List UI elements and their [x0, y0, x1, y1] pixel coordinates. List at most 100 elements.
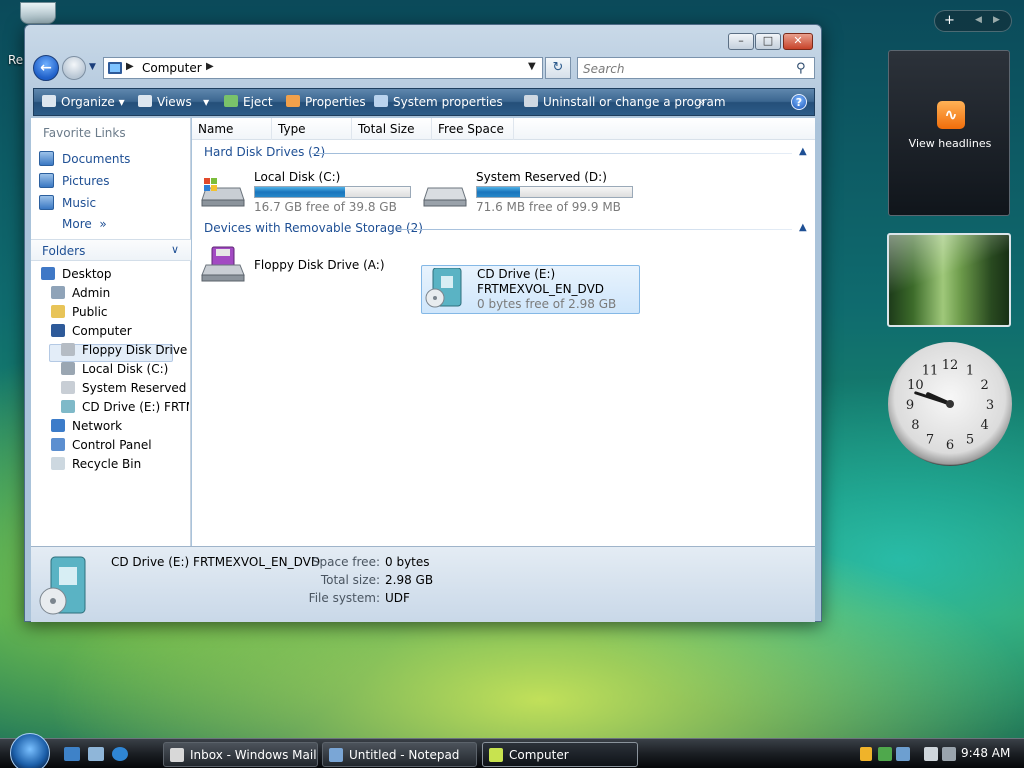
tree-item-floppy[interactable]: Floppy Disk Drive (A:)	[61, 343, 189, 357]
column-free-space[interactable]: Free Space	[432, 118, 514, 140]
properties-button[interactable]: Properties	[286, 95, 366, 109]
task-label: Computer	[509, 748, 569, 762]
search-placeholder: Search	[583, 62, 625, 76]
search-input[interactable]: Search ⚲	[577, 57, 815, 79]
refresh-button[interactable]: ↻	[545, 57, 571, 79]
start-button[interactable]	[10, 733, 50, 768]
slideshow-gadget[interactable]	[887, 233, 1011, 327]
collapse-group-icon[interactable]: ▲	[799, 222, 807, 233]
drive-e-free-space: 0 bytes free of 2.98 GB	[477, 297, 617, 311]
drive-c-usage-fill	[255, 187, 345, 197]
favorite-documents[interactable]: Documents	[39, 151, 130, 166]
column-type[interactable]: Type	[272, 118, 352, 140]
hard-drive-icon[interactable]	[200, 170, 246, 210]
tree-label: System Reserved (D:)	[82, 381, 189, 395]
clock-face: 12 12 3 45678 9 1011	[906, 358, 994, 453]
system-properties-button[interactable]: System properties	[374, 95, 503, 109]
forward-button[interactable]	[62, 56, 86, 80]
network-status-icon[interactable]	[924, 747, 938, 761]
system-tray-icon[interactable]	[896, 747, 910, 761]
clock-gadget[interactable]: 12 1 2 3 4 5 6 7 8 9 10 11	[888, 342, 1012, 466]
maximize-button[interactable]: □	[755, 33, 781, 50]
clock-number: 1	[966, 363, 974, 378]
breadcrumb-arrow-icon[interactable]: ▶	[206, 61, 214, 72]
taskbar-button-notepad[interactable]: Untitled - Notepad	[322, 742, 477, 767]
minimize-button[interactable]: –	[728, 33, 754, 50]
tree-item-computer[interactable]: Computer	[51, 324, 189, 338]
drive-e-volume-label: FRTMEXVOL_EN_DVD	[477, 282, 605, 296]
close-button[interactable]: ✕	[783, 33, 813, 50]
eject-button[interactable]: Eject	[224, 95, 273, 109]
volume-muted-icon[interactable]	[942, 747, 956, 761]
hard-drive-icon[interactable]	[422, 170, 468, 210]
breadcrumb-computer[interactable]: Computer	[142, 61, 202, 75]
tree-item-system-reserved-d[interactable]: System Reserved (D:)	[61, 381, 189, 395]
tree-item-recycle-bin[interactable]: Recycle Bin	[51, 457, 189, 471]
tree-item-network[interactable]: Network	[51, 419, 189, 433]
windows-mail-icon	[170, 748, 184, 762]
uninstall-program-button[interactable]: Uninstall or change a program	[524, 95, 726, 109]
file-system-label: File system:	[308, 591, 380, 605]
column-total-size[interactable]: Total Size	[352, 118, 432, 140]
tree-item-control-panel[interactable]: Control Panel	[51, 438, 189, 452]
favorite-music[interactable]: Music	[39, 195, 96, 210]
tree-item-public[interactable]: Public	[51, 305, 189, 319]
system-properties-label: System properties	[393, 95, 503, 109]
view-headlines-label[interactable]: View headlines	[889, 137, 1011, 150]
views-button[interactable]: Views ▾	[138, 95, 209, 109]
tree-item-cd-drive-e[interactable]: CD Drive (E:) FRTMEXVOL_EN_DVD	[61, 400, 189, 414]
folders-header[interactable]: Folders ∨	[31, 239, 191, 261]
drive-a-name[interactable]: Floppy Disk Drive (A:)	[254, 258, 385, 272]
address-dropdown-icon[interactable]: ▼	[528, 61, 536, 72]
cd-drive-large-icon	[39, 556, 86, 615]
tree-item-admin[interactable]: Admin	[51, 286, 189, 300]
group-hard-disk-drives[interactable]: Hard Disk Drives (2)	[204, 145, 325, 159]
recent-pages-dropdown[interactable]: ▼	[89, 62, 99, 74]
drive-d-usage-fill	[477, 187, 521, 197]
next-page-icon[interactable]: ▶	[993, 15, 1000, 25]
favorite-more[interactable]: More »	[62, 217, 107, 231]
tree-label: Control Panel	[72, 438, 152, 452]
feed-headlines-gadget[interactable]: ∿ View headlines	[888, 50, 1010, 216]
recycle-bin-desktop-icon[interactable]	[20, 2, 56, 24]
drive-c-name[interactable]: Local Disk (C:)	[254, 170, 340, 184]
group-divider	[397, 229, 792, 230]
taskbar-clock[interactable]: 9:48 AM	[961, 746, 1010, 760]
organize-button[interactable]: Organize ▾	[42, 95, 125, 109]
floppy-drive-icon[interactable]	[200, 245, 246, 285]
task-label: Untitled - Notepad	[349, 748, 460, 762]
help-icon[interactable]: ?	[791, 94, 807, 110]
security-shield-icon[interactable]	[860, 747, 872, 761]
user-folder-icon	[51, 286, 65, 299]
search-icon[interactable]: ⚲	[796, 61, 806, 76]
sidebar-controls[interactable]: + ◀ ▶	[934, 10, 1012, 32]
favorite-label: Pictures	[62, 174, 110, 188]
taskbar-button-windows-mail[interactable]: Inbox - Windows Mail	[163, 742, 318, 767]
recycle-bin-icon	[51, 457, 65, 470]
clock-number: 2	[981, 378, 989, 393]
group-divider	[312, 153, 792, 154]
group-removable-storage[interactable]: Devices with Removable Storage (2)	[204, 221, 423, 235]
previous-page-icon[interactable]: ◀	[975, 15, 982, 25]
collapse-group-icon[interactable]: ▲	[799, 146, 807, 157]
clock-number: 4	[981, 418, 989, 433]
tree-item-desktop[interactable]: Desktop	[41, 267, 189, 281]
address-bar[interactable]: ▶ Computer ▶ ▼	[103, 57, 543, 79]
drive-d-name[interactable]: System Reserved (D:)	[476, 170, 607, 184]
windows-defender-icon[interactable]	[878, 747, 892, 761]
eject-label: Eject	[243, 95, 273, 109]
back-button[interactable]: ←	[33, 55, 59, 81]
cd-drive-icon[interactable]	[423, 268, 469, 308]
more-commands-button[interactable]: »	[698, 95, 705, 109]
show-desktop-icon[interactable]	[64, 747, 80, 761]
tree-label: Local Disk (C:)	[82, 362, 169, 376]
switch-windows-icon[interactable]	[88, 747, 104, 761]
internet-explorer-icon[interactable]	[112, 747, 128, 761]
taskbar-button-computer[interactable]: Computer	[482, 742, 638, 767]
breadcrumb-arrow-icon[interactable]: ▶	[126, 61, 134, 72]
chevron-down-icon[interactable]: ∨	[171, 243, 179, 256]
column-name[interactable]: Name	[192, 118, 272, 140]
favorite-pictures[interactable]: Pictures	[39, 173, 110, 188]
tree-item-local-disk-c[interactable]: Local Disk (C:)	[61, 362, 189, 376]
add-gadget-icon[interactable]: +	[944, 13, 955, 28]
